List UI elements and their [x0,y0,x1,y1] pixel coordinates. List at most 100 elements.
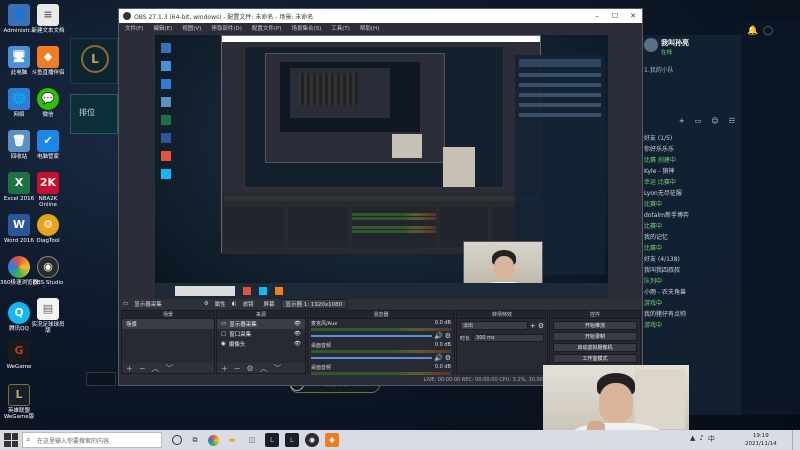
list-item[interactable]: 好友 (4/138) [641,254,741,265]
source-item[interactable]: ▭ 显示器采集 👁 [217,319,305,329]
sources-header: 来源 [217,311,305,319]
remove-icon[interactable]: − [139,364,146,373]
filters-button[interactable]: 滤镜 [242,300,253,308]
source-item[interactable]: ◉ 摄像头 👁 [217,339,305,349]
transition-select[interactable]: 淡出 [460,321,528,330]
virtual-camera-button[interactable]: 启动虚拟摄像机 [553,343,637,352]
desktop-icon-obs[interactable]: ◉ OBS Studio [29,256,67,286]
desktop-icon-nba2k[interactable]: 2K NBA2K Online [29,172,67,209]
task-view-icon[interactable]: ⧉ [188,433,202,447]
list-item: 游戏中 [644,322,663,329]
duration-input[interactable]: 300 ms [473,334,544,342]
list-item[interactable]: dotalm新手博弈 [641,210,741,221]
obs-icon[interactable]: ◉ [305,433,319,447]
background-furniture [635,369,685,429]
lol-ranked-tab[interactable]: 排位 [70,94,118,134]
eye-icon[interactable]: 👁 [294,321,301,327]
desktop-icon-wechat[interactable]: 💬 微信 [29,88,67,118]
obs-preview[interactable] [155,35,608,299]
gear-icon[interactable]: ⚙ [246,364,253,373]
menu-file[interactable]: 文件(F) [125,24,143,32]
obs-source-toolbar: ▭ 显示器采集 ⚙ 属性 ◐ 滤镜 屏幕 显示器 1: 1920x1080 [119,299,642,309]
menu-edit[interactable]: 编辑(E) [153,24,172,32]
studio-mode-button[interactable]: 工作室模式 [553,354,637,363]
desktop-icon-lol-wegame[interactable]: L 英雄联盟WeGame版 [0,384,38,421]
gear-icon[interactable]: ⚙ [538,322,544,330]
close-button[interactable]: ✕ [624,12,642,20]
volume-slider[interactable] [311,357,432,359]
desktop-icon-pc-manager[interactable]: ✔ 电脑管家 [29,130,67,160]
speaker-icon[interactable]: 🔊 [434,332,443,340]
cortana-icon[interactable] [172,435,182,445]
display-select[interactable]: 显示器 1: 1920x1080 [280,299,348,309]
list-item[interactable]: 小雨 - 农夫角兽 [641,287,741,298]
maximize-button[interactable]: ☐ [606,12,624,20]
list-item[interactable]: 好友 (1/5) [641,133,741,144]
menu-docks[interactable]: 停靠部件(D) [211,24,242,32]
list-item[interactable]: 我的猪仔有点帅 [641,309,741,320]
windows-start-icon[interactable] [4,433,18,447]
folder-icon[interactable]: ▬ [225,433,239,447]
add-icon[interactable]: + [126,364,133,373]
gear-icon[interactable]: ⚙ [445,354,451,362]
gear-icon[interactable]: ⚙ [204,301,209,307]
filter-icon[interactable]: ◐ [232,301,237,307]
diagtool-icon: ⚙ [37,214,59,236]
minimize-button[interactable]: – [588,12,606,20]
desktop-icon-document[interactable]: ▤ 实况足球球员版 [29,298,67,335]
menu-view[interactable]: 视图(V) [182,24,201,32]
add-icon[interactable]: + [221,364,228,373]
chevron-down-icon[interactable]: ﹀ [274,363,282,374]
volume-slider[interactable] [311,335,432,337]
list-item[interactable]: 我的记忆 [641,232,741,243]
lol-client-icon[interactable]: L [285,433,299,447]
ime-icon[interactable]: 中 [708,434,715,444]
avatar[interactable] [644,38,658,52]
group-icon[interactable]: ☷ [729,117,735,127]
start-streaming-button[interactable]: 开始推流 [553,321,637,330]
source-item[interactable]: ▢ 窗口采集 👁 [217,329,305,339]
chevron-up-icon[interactable]: ︿ [260,363,268,374]
list-item[interactable]: 我叫我四叔叔 [641,265,741,276]
menu-tools[interactable]: 工具(T) [331,24,350,32]
add-friend-icon[interactable]: + [679,117,685,127]
lol-search-input[interactable] [86,372,116,386]
menu-scene-collection[interactable]: 场景集合(S) [291,24,321,32]
speaker-icon[interactable]: ♪ [699,434,703,444]
eye-icon[interactable]: 👁 [294,341,301,347]
gear-icon[interactable]: ⚙ [445,332,451,340]
douyu-icon[interactable]: ◆ [325,433,339,447]
mixer-channel: 麦克风/Aux 0.0 dB 🔊 ⚙ [311,320,451,340]
bell-icon[interactable]: 🔔 [747,26,758,36]
menu-help[interactable]: 帮助(H) [360,24,379,32]
list-item[interactable]: Kyle - 狼神 [641,166,741,177]
taskbar-search-input[interactable]: ⌕ 在这里输入你要搜索的内容 [22,432,162,448]
clock[interactable]: 19:19 2021/11/14 [745,432,777,448]
browser-icon[interactable] [208,434,219,446]
desktop-icon-diagtool[interactable]: ⚙ DiagTool [29,214,67,244]
desktop-icon-douyu[interactable]: ◆ 斗鱼直播伴侣 [29,46,67,76]
users-icon[interactable]: ☺ [711,117,718,127]
window-icon: ▢ [221,331,227,337]
menu-profile[interactable]: 配置文件(P) [252,24,282,32]
list-item[interactable]: 你好乐乐乐 [641,144,741,155]
store-icon[interactable]: ◫ [245,433,259,447]
eye-icon[interactable]: 👁 [294,331,301,337]
desktop-icon-wegame[interactable]: G WeGame [0,340,38,370]
chevron-down-icon[interactable]: ﹀ [165,363,173,374]
chevron-up-icon[interactable]: ︿ [151,363,159,374]
properties-button[interactable]: 属性 [215,300,226,308]
chat-icon[interactable]: ◯ [763,26,773,36]
folder-icon[interactable]: ▭ [695,117,702,127]
start-recording-button[interactable]: 开始录制 [553,332,637,341]
scene-item[interactable]: 场景 [122,319,214,329]
show-desktop-button[interactable] [792,430,795,450]
list-item[interactable]: Lyon无尽征服 [641,188,741,199]
lol-icon[interactable]: L [265,433,279,447]
obs-title-bar: OBS 27.1.3 (64-bit, windows) - 配置文件: 未命名… [119,9,642,23]
speaker-icon[interactable]: 🔊 [434,354,443,362]
add-icon[interactable]: + [530,322,536,330]
remove-icon[interactable]: − [234,364,241,373]
desktop-icon-text-document[interactable]: ≡ 新建文本文档 [29,4,67,34]
network-icon[interactable]: ▲ [690,434,695,444]
